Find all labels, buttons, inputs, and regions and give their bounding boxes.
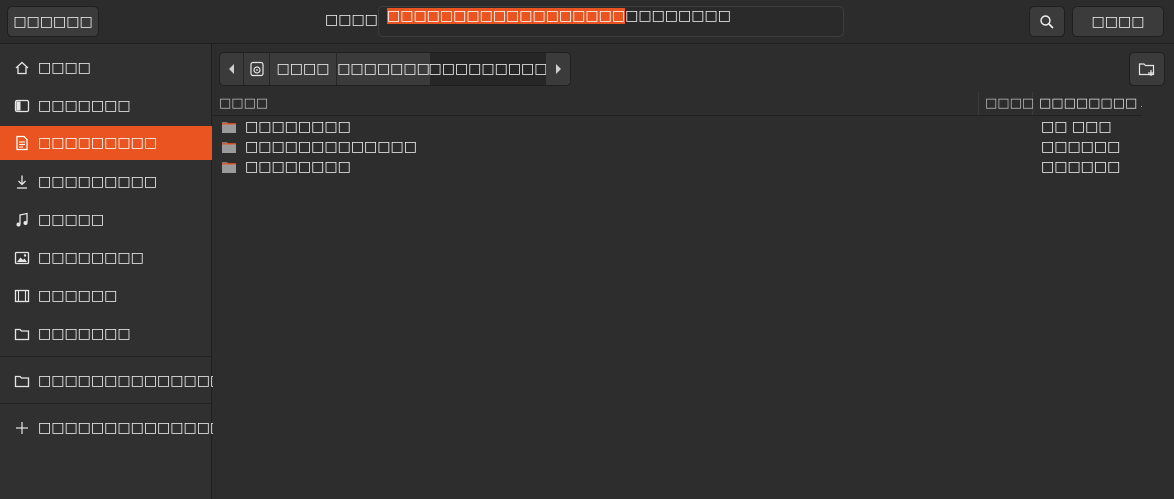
folder-icon [221, 119, 237, 135]
chevron-left-icon [228, 64, 234, 74]
main-pane: □□□□ □□□□□□□ □□□□□□□□□ □□□□ □□□□ □□□□□□□… [213, 44, 1174, 499]
sidebar-item-desktop[interactable]: □□□□□□□ [0, 89, 212, 123]
column-header-name[interactable]: □□□□ [213, 92, 979, 115]
sidebar-item-folder[interactable]: □□□□□□□ [0, 317, 212, 351]
sidebar-item-label: □□□□□□□ [38, 98, 131, 114]
home-icon [14, 60, 30, 76]
desktop-icon [14, 98, 30, 114]
document-icon [14, 135, 30, 151]
sidebar-item-label: □□□□□□□□□ [38, 174, 158, 190]
sidebar-item-music[interactable]: □□□□□ [0, 203, 212, 237]
file-modified: □□□□□□ [1041, 139, 1121, 155]
sidebar-separator [0, 356, 211, 357]
sidebar-item-label: □□□□□ [38, 212, 105, 228]
sidebar-item-other-locations[interactable]: □□□□□□□□□□□□□□□ [0, 411, 236, 445]
file-name-cell: □□□□□□□□ [221, 117, 351, 137]
sidebar-item-label: □□□□□□□□□□□□□□□ [38, 420, 237, 436]
sidebar-item-documents[interactable]: □□□□□□□□□ [0, 126, 212, 160]
file-list-header: □□□□ □□□□ □□□□□□□□ [213, 92, 1152, 116]
file-chooser-dialog: □□□□□□ □□□□ □□□□□□□□□□□□□□□□□□ □□□□□□□□ □… [0, 0, 1174, 499]
search-button[interactable] [1029, 6, 1065, 37]
sidebar-item-label: □□□□□□□□ [38, 250, 144, 266]
new-folder-button[interactable] [1129, 52, 1165, 86]
sidebar-item-label: □□□□ [38, 60, 91, 76]
path-crumb-1[interactable]: □□□□ [270, 53, 337, 85]
filename-input[interactable]: □□□□□□□□□□□□□□□□□□ □□□□□□□□ [378, 6, 844, 37]
path-crumb-current[interactable]: □□□□□□□□□ [428, 53, 548, 85]
plus-icon [14, 420, 30, 436]
path-root-button[interactable] [244, 53, 270, 85]
sidebar-item-pictures[interactable]: □□□□□□□□ [0, 241, 212, 275]
sidebar-item-videos[interactable]: □□□□□□ [0, 279, 212, 313]
cancel-button[interactable]: □□□□□□ [7, 6, 99, 37]
file-name: □□□□□□□□ [245, 159, 351, 175]
table-row[interactable]: □□□□□□□□ □□ □□□ [213, 117, 1142, 137]
file-name-cell: □□□□□□□□ [221, 157, 351, 177]
chevron-right-icon [556, 64, 561, 74]
folder-icon [221, 159, 237, 175]
sidebar-item-home[interactable]: □□□□ [0, 51, 212, 85]
sidebar-item-label: □□□□□□□ [38, 326, 131, 342]
video-icon [14, 288, 30, 304]
path-scroll-right-button[interactable] [546, 53, 570, 85]
sidebar-item-label: □□□□□□ [38, 288, 118, 304]
file-name: □□□□□□□□□□□□□ [245, 139, 417, 155]
folder-icon [14, 373, 30, 389]
path-bar: □□□□ □□□□□□□ □□□□□□□□□ [219, 52, 571, 86]
name-label: □□□□ [325, 12, 378, 28]
header-bar: □□□□□□ □□□□ □□□□□□□□□□□□□□□□□□ □□□□□□□□ □… [0, 0, 1174, 44]
open-button[interactable]: □□□□ [1072, 6, 1164, 37]
search-icon [1040, 14, 1054, 29]
disk-icon [249, 61, 264, 77]
column-header-modified[interactable]: □□□□□□□□ [1033, 92, 1152, 115]
music-icon [14, 212, 30, 228]
sidebar-item-label: □□□□□□□□□□□□□□ [38, 373, 224, 389]
path-scroll-left-button[interactable] [220, 53, 244, 85]
folder-icon [14, 326, 30, 342]
sidebar-separator [0, 403, 211, 404]
sidebar-item-label: □□□□□□□□□ [38, 135, 158, 151]
file-modified: □□ □□□ [1041, 119, 1112, 135]
path-crumb-2[interactable]: □□□□□□□ [337, 53, 431, 85]
filename-selected-text: □□□□□□□□□□□□□□□□□□ [387, 8, 626, 24]
table-row[interactable]: □□□□□□□□□□□□□ □□□□□□ [213, 137, 1142, 157]
file-list: □□□□ □□□□ □□□□□□□□ □□□□□□□□ □□ □□□ □□□□□… [213, 92, 1152, 499]
new-folder-icon [1138, 63, 1155, 76]
table-row[interactable]: □□□□□□□□ □□□□□□ [213, 157, 1142, 177]
sidebar-item-downloads[interactable]: □□□□□□□□□ [0, 165, 212, 199]
file-name-cell: □□□□□□□□□□□□□ [221, 137, 417, 157]
column-header-size[interactable]: □□□□ [979, 92, 1034, 115]
column-header-modified-label: □□□□□□□□ [1039, 96, 1138, 111]
file-name: □□□□□□□□ [245, 119, 351, 135]
download-icon [14, 174, 30, 190]
filename-rest-text: □□□□□□□□ [625, 8, 731, 24]
places-sidebar: □□□□ □□□□□□□ □□□□□□□□□ □□□□□□□□□ □□□□□ □… [0, 44, 236, 499]
sidebar-item-bookmark-folder[interactable]: □□□□□□□□□□□□□□ [0, 364, 223, 398]
file-modified: □□□□□□ [1041, 159, 1121, 175]
picture-icon [14, 250, 30, 266]
file-list-scrollbar[interactable] [1142, 92, 1174, 499]
folder-icon [221, 139, 237, 155]
